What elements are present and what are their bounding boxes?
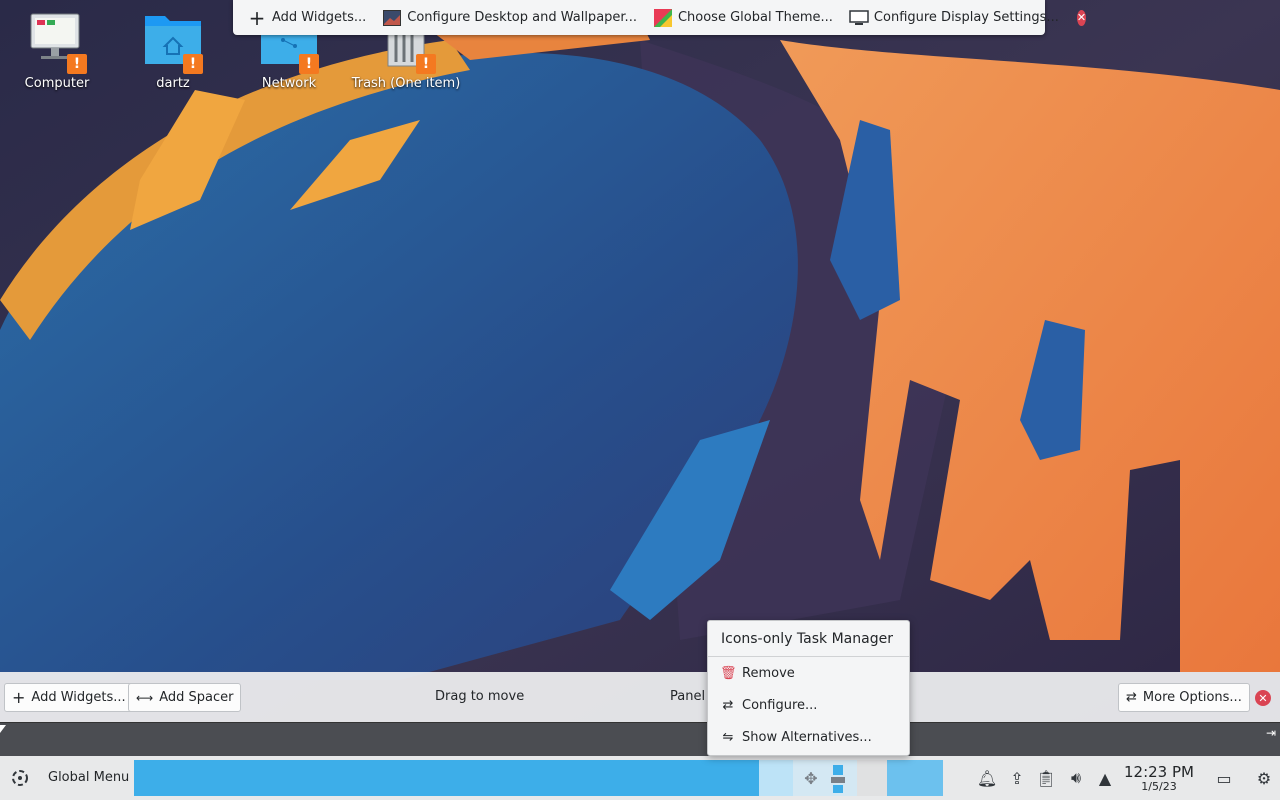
clock-date[interactable]: 1/5/23 <box>1120 780 1198 793</box>
display-settings-label: Configure Display Settings... <box>873 10 1059 25</box>
resize-handle-icon <box>830 765 845 793</box>
add-widgets-label: Add Widgets... <box>272 10 367 25</box>
show-desktop-icon[interactable]: ▭ <box>1214 768 1234 788</box>
desktop-icon-label: Computer <box>24 76 90 91</box>
taskbar-panel: Global Menu ✥ 🔔︎ ⇪ 📋︎ 🔊︎ ▲ ▭ ⚙︎ <box>0 756 1280 800</box>
add-spacer-button[interactable]: ⟷ Add Spacer <box>128 683 242 712</box>
warning-badge-icon: ! <box>299 54 319 74</box>
svg-text:⇥: ⇥ <box>1266 726 1276 740</box>
global-theme-button[interactable]: Choose Global Theme... <box>649 4 837 32</box>
desktop-icon-label: Network <box>261 76 317 91</box>
configure-icon: ⇄ <box>722 697 734 713</box>
display-settings-button[interactable]: Configure Display Settings... <box>845 4 1063 32</box>
remove-label: Remove <box>742 665 795 681</box>
context-menu-divider <box>708 656 909 657</box>
clipboard-icon[interactable]: 📋︎ <box>1036 768 1056 788</box>
add-spacer-label: Add Spacer <box>159 690 234 705</box>
add-widgets-button[interactable]: + Add Widgets... <box>243 4 370 32</box>
configure-menu-item[interactable]: ⇄ Configure... <box>720 694 818 716</box>
application-launcher-button[interactable] <box>4 762 36 794</box>
spacer-icon: ⟷ <box>136 690 154 705</box>
task-manager-widget[interactable] <box>134 760 759 796</box>
plus-icon: + <box>12 688 26 707</box>
panel-settings-icon[interactable]: ⚙︎ <box>1254 768 1274 788</box>
configure-desktop-button[interactable]: Configure Desktop and Wallpaper... <box>378 4 641 32</box>
expand-tray-icon[interactable]: ▲ <box>1095 768 1115 788</box>
close-edit-mode-icon[interactable]: ✕ <box>1255 690 1271 706</box>
monitor-icon <box>849 9 869 27</box>
remove-menu-item[interactable]: 🗑︎ Remove <box>720 662 795 684</box>
drag-to-move-handle[interactable]: Drag to move <box>435 689 524 704</box>
widget-context-menu: Icons-only Task Manager 🗑︎ Remove ⇄ Conf… <box>707 620 910 756</box>
panel-spacer <box>857 760 887 796</box>
desktop-edit-toolbar: + Add Widgets... Configure Desktop and W… <box>233 0 1087 35</box>
task-manager-selection <box>759 760 793 796</box>
updates-icon[interactable]: ⇪ <box>1007 768 1027 788</box>
panel-add-widgets-label: Add Widgets... <box>31 690 126 705</box>
panel-edit-bar: + Add Widgets... ⟷ Add Spacer Drag to mo… <box>0 672 1280 722</box>
warning-badge-icon: ! <box>67 54 87 74</box>
sliders-icon: ⇄ <box>1126 690 1137 705</box>
alternatives-icon: ⇋ <box>722 729 734 745</box>
configure-desktop-label: Configure Desktop and Wallpaper... <box>407 10 637 25</box>
trash-icon: 🗑︎ <box>720 665 737 681</box>
selected-widget-area <box>887 760 943 796</box>
plus-icon: + <box>248 5 266 30</box>
desktop-icon-computer[interactable]: ! Computer <box>2 8 112 100</box>
notifications-icon[interactable]: 🔔︎ <box>977 768 997 788</box>
global-theme-label: Choose Global Theme... <box>677 10 833 25</box>
wallpaper-icon <box>382 9 402 27</box>
desktop-icon-label: Trash (One item) <box>351 76 461 91</box>
kde-launcher-icon <box>12 770 28 786</box>
configure-label: Configure... <box>742 697 818 713</box>
show-alternatives-label: Show Alternatives... <box>742 729 872 745</box>
panel-size-ruler[interactable]: ⇥ <box>0 722 1280 756</box>
panel-label: Panel <box>670 689 706 704</box>
volume-icon[interactable]: 🔊︎ <box>1066 768 1086 788</box>
clock-time[interactable]: 12:23 PM <box>1120 763 1198 781</box>
more-options-button[interactable]: ⇄ More Options... <box>1118 683 1250 712</box>
close-toolbar-icon[interactable]: ✕ <box>1076 9 1087 26</box>
widget-move-handle[interactable]: ✥ <box>793 760 857 796</box>
theme-icon <box>653 8 673 27</box>
panel-add-widgets-button[interactable]: + Add Widgets... <box>4 683 134 712</box>
desktop-icon-home-folder[interactable]: ! dartz <box>118 8 228 100</box>
desktop-icon-label: dartz <box>156 76 190 91</box>
context-menu-title: Icons-only Task Manager <box>721 631 893 647</box>
move-arrows-icon: ✥ <box>804 768 818 788</box>
more-options-label: More Options... <box>1142 690 1242 705</box>
show-alternatives-menu-item[interactable]: ⇋ Show Alternatives... <box>720 726 872 748</box>
global-menu[interactable]: Global Menu <box>48 770 129 785</box>
ruler-handles-icon: ⇥ <box>0 725 1276 740</box>
warning-badge-icon: ! <box>416 54 436 74</box>
warning-badge-icon: ! <box>183 54 203 74</box>
